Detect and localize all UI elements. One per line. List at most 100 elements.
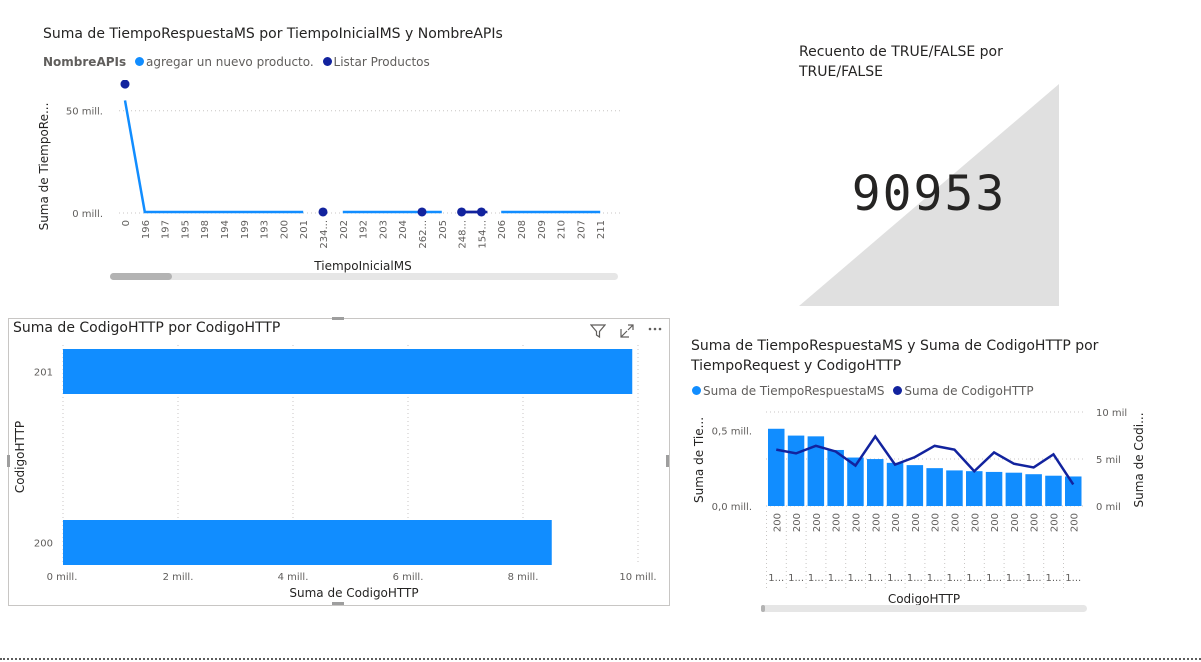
- bar: [985, 471, 1003, 506]
- legend-dot-icon: [893, 386, 903, 395]
- x-tick-label: 200: [1010, 513, 1021, 532]
- x-tick-label: 194: [220, 220, 231, 239]
- bar: [946, 470, 963, 506]
- x-subcategory-label: 1...: [986, 573, 1002, 584]
- x-axis-title: TiempoInicialMS: [313, 259, 411, 273]
- x-tick-label: 196: [141, 220, 152, 239]
- x-tick-label: 193: [260, 220, 271, 239]
- scrollbar-thumb[interactable]: [110, 273, 172, 280]
- x-subcategory-label: 1...: [907, 573, 923, 584]
- bar: [63, 520, 552, 565]
- bar-chart-title: Suma de CodigoHTTP por CodigoHTTP: [13, 320, 281, 336]
- resize-handle[interactable]: [332, 317, 344, 320]
- x-subcategory-label: 1...: [1026, 573, 1042, 584]
- x-tick-label: 200: [812, 513, 823, 532]
- x-tick-label: 0 mill.: [47, 572, 78, 583]
- x-subcategory-label: 1...: [1045, 573, 1061, 584]
- x-tick-label: 262...: [418, 220, 429, 249]
- x-subcategory-label: 1...: [768, 573, 784, 584]
- x-tick-label: 208: [517, 220, 528, 239]
- x-tick-label: 192: [359, 220, 370, 239]
- legend-item-listar[interactable]: Listar Productos: [334, 55, 430, 69]
- x-subcategory-label: 1...: [887, 573, 903, 584]
- data-point: [318, 207, 328, 217]
- x-tick-label: 248...: [458, 220, 469, 249]
- x-tick-label: 200: [1049, 513, 1060, 532]
- x-tick-label: 200: [911, 513, 922, 532]
- bar: [926, 468, 943, 506]
- legend-dot-icon: [322, 57, 332, 66]
- legend-title: NombreAPIs: [43, 55, 127, 69]
- combo-chart-scrollbar[interactable]: [761, 605, 1087, 612]
- bar: [966, 471, 983, 506]
- x-tick-label: 200: [871, 513, 882, 532]
- x-tick-label: 211: [596, 220, 607, 239]
- bar: [827, 449, 844, 506]
- x-subcategory-label: 1...: [927, 573, 943, 584]
- x-tick-label: 200: [990, 513, 1001, 532]
- x-tick-label: 205: [438, 220, 449, 239]
- legend-dot-icon: [134, 57, 144, 66]
- x-subcategory-label: 1...: [828, 573, 844, 584]
- bar: [768, 428, 785, 506]
- x-tick-label: 206: [497, 220, 508, 239]
- y-right-tick-label: 0 mil: [1096, 502, 1121, 513]
- x-tick-label: 203: [378, 220, 389, 239]
- x-tick-label: 209: [537, 220, 548, 239]
- data-point: [417, 207, 427, 217]
- bar-chart: 0 mill. 2 mill. 4 mill. 6 mill. 8 mill. 10 mi…: [13, 345, 657, 600]
- y-tick-label: 201: [34, 368, 53, 379]
- x-tick-label: 200: [772, 513, 783, 532]
- focus-mode-icon[interactable]: [618, 323, 636, 341]
- bar: [906, 465, 924, 506]
- bar: [1045, 475, 1062, 506]
- y-left-axis-title: Suma de Tie...: [692, 417, 706, 503]
- legend-item-codigo[interactable]: Suma de CodigoHTTP: [904, 384, 1033, 398]
- y-right-axis-title: Suma de Codi...: [1132, 412, 1146, 507]
- filter-icon[interactable]: [589, 323, 607, 341]
- combo-chart: 0,0 mill. 0,5 mill. 0 mil 5 mil 10 mil 200 1..…: [692, 408, 1146, 606]
- x-tick-label: 200: [950, 513, 961, 532]
- x-subcategory-label: 1...: [808, 573, 824, 584]
- line-chart: 0 mill. 50 mill. 0 196 197 195 198 194 199 193 200…: [37, 80, 620, 273]
- x-tick-label: 204: [398, 220, 409, 239]
- y-tick-label: 0 mill.: [72, 209, 103, 220]
- x-tick-label: 2 mill.: [163, 572, 194, 583]
- x-tick-label: 10 mill.: [619, 572, 656, 583]
- page-bottom-border: [0, 658, 1201, 660]
- y-tick-label: 50 mill.: [66, 107, 103, 118]
- resize-handle[interactable]: [332, 602, 344, 605]
- x-tick-label: 202: [339, 220, 350, 239]
- data-point: [120, 80, 130, 89]
- bar: [867, 459, 884, 506]
- bar: [1025, 474, 1042, 506]
- x-tick-label: 154...: [477, 220, 488, 249]
- card-value: 90953: [851, 166, 1007, 222]
- y-left-tick-label: 0,0 mill.: [712, 502, 752, 513]
- y-axis-title: Suma de TiempoRe...: [37, 103, 51, 231]
- y-tick-label: 200: [34, 539, 53, 550]
- y-right-tick-label: 10 mil: [1096, 408, 1127, 419]
- legend-item-tiempo[interactable]: Suma de TiempoRespuestaMS: [703, 384, 885, 398]
- x-tick-label: 197: [161, 220, 172, 239]
- scrollbar-thumb[interactable]: [761, 605, 765, 612]
- bar: [63, 349, 633, 394]
- card-title-line1: Recuento de TRUE/FALSE por: [799, 44, 1003, 60]
- legend-dot-icon: [692, 386, 701, 395]
- more-options-icon[interactable]: [646, 321, 664, 339]
- bar: [787, 435, 805, 506]
- x-tick-label: 6 mill.: [393, 572, 424, 583]
- line-chart-title: Suma de TiempoRespuestaMS por TiempoInic…: [43, 26, 503, 42]
- x-tick-label: 195: [180, 220, 191, 239]
- x-tick-label: 8 mill.: [508, 572, 539, 583]
- series-line: [123, 100, 304, 214]
- y-axis-title: CodigoHTTP: [13, 421, 27, 493]
- x-tick-label: 200: [1069, 513, 1080, 532]
- x-subcategory-label: 1...: [867, 573, 883, 584]
- combo-chart-title: Suma de TiempoRespuestaMS y Suma de Codi…: [691, 336, 1098, 376]
- x-tick-label: 200: [970, 513, 981, 532]
- card-title: Recuento de TRUE/FALSE por TRUE/FALSE: [799, 42, 1003, 82]
- line-chart-legend: NombreAPIs agregar un nuevo producto. Li…: [43, 55, 430, 69]
- line-chart-scrollbar[interactable]: [110, 273, 618, 280]
- legend-item-agregar[interactable]: agregar un nuevo producto.: [146, 55, 314, 69]
